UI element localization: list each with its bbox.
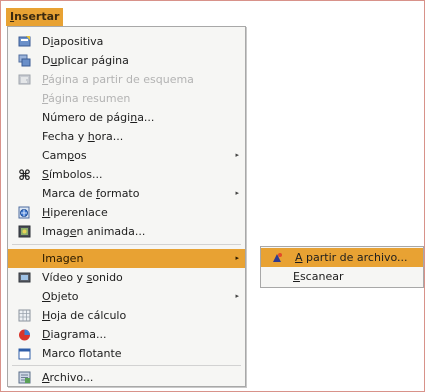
submenu-item-escanear[interactable]: Escanear (261, 267, 423, 286)
menu-item-label: Diapositiva (42, 35, 104, 48)
menu-item-pagina-resumen: Página resumen (8, 89, 245, 108)
menu-item-simbolos[interactable]: ⌘ Símbolos... (8, 165, 245, 184)
slide-icon (18, 36, 31, 47)
duplicate-slide-icon (18, 54, 31, 67)
file-icon (18, 371, 31, 384)
menu-item-label: Número de página... (42, 111, 155, 124)
spreadsheet-icon (18, 309, 31, 322)
submenu-arrow-icon: ▸ (235, 292, 239, 300)
animated-image-icon (18, 225, 31, 238)
submenu-arrow-icon: ▸ (235, 151, 239, 159)
menu-item-marco-flotante[interactable]: Marco flotante (8, 344, 245, 363)
menu-item-campos[interactable]: Campos ▸ (8, 146, 245, 165)
menu-separator (12, 365, 241, 366)
insertar-menu: Diapositiva Duplicar página Página a par… (7, 26, 246, 387)
hyperlink-icon (18, 206, 30, 219)
menu-item-label: Página a partir de esquema (42, 73, 194, 86)
menu-item-pagina-esquema: Página a partir de esquema (8, 70, 245, 89)
menu-item-label: Objeto (42, 290, 79, 303)
submenu-item-label: Escanear (293, 270, 344, 283)
submenu-item-label: A partir de archivo... (295, 251, 408, 264)
outline-page-icon (18, 74, 31, 85)
menu-insertar[interactable]: Insertar (6, 8, 64, 26)
symbols-icon: ⌘ (18, 168, 31, 181)
from-file-icon (273, 253, 282, 262)
menu-item-objeto[interactable]: Objeto ▸ (8, 287, 245, 306)
menubar: Insertar (6, 8, 64, 26)
menu-item-imagen[interactable]: Imagen ▸ (8, 249, 245, 268)
svg-text:⌘: ⌘ (18, 168, 31, 181)
diagram-icon (19, 329, 30, 341)
menu-item-label: Símbolos... (42, 168, 103, 181)
imagen-submenu: A partir de archivo... Escanear (260, 246, 424, 288)
menu-item-archivo[interactable]: Archivo... (8, 368, 245, 387)
menu-item-label: Página resumen (42, 92, 131, 105)
menu-item-label: Vídeo y sonido (42, 271, 123, 284)
menu-item-label: Marco flotante (42, 347, 122, 360)
menu-insertar-rest: nsertar (14, 10, 60, 23)
menu-item-fecha-hora[interactable]: Fecha y hora... (8, 127, 245, 146)
menu-item-label: Hiperenlace (42, 206, 108, 219)
menu-item-diagrama[interactable]: Diagrama... (8, 325, 245, 344)
menu-item-label: Imagen (42, 252, 84, 265)
menu-item-diapositiva[interactable]: Diapositiva (8, 32, 245, 51)
menu-item-label: Archivo... (42, 371, 94, 384)
menu-item-video-sonido[interactable]: Vídeo y sonido (8, 268, 245, 287)
submenu-item-a-partir-de-archivo[interactable]: A partir de archivo... (261, 248, 423, 267)
menu-item-duplicar-pagina[interactable]: Duplicar página (8, 51, 245, 70)
submenu-arrow-icon: ▸ (235, 254, 239, 262)
floating-frame-icon (18, 348, 31, 360)
menu-item-label: Marca de formato (42, 187, 140, 200)
menu-item-label: Imagen animada... (42, 225, 146, 238)
submenu-arrow-icon: ▸ (235, 189, 239, 197)
menu-item-label: Diagrama... (42, 328, 107, 341)
menu-item-hiperenlace[interactable]: Hiperenlace (8, 203, 245, 222)
menu-item-numero-pagina[interactable]: Número de página... (8, 108, 245, 127)
menu-separator (12, 244, 241, 245)
menu-item-hoja-calculo[interactable]: Hoja de cálculo (8, 306, 245, 325)
menu-item-marca-formato[interactable]: Marca de formato ▸ (8, 184, 245, 203)
menu-item-label: Campos (42, 149, 87, 162)
menu-item-label: Hoja de cálculo (42, 309, 127, 322)
menu-item-label: Duplicar página (42, 54, 129, 67)
video-sound-icon (18, 272, 31, 283)
menu-item-imagen-animada[interactable]: Imagen animada... (8, 222, 245, 241)
menu-item-label: Fecha y hora... (42, 130, 124, 143)
